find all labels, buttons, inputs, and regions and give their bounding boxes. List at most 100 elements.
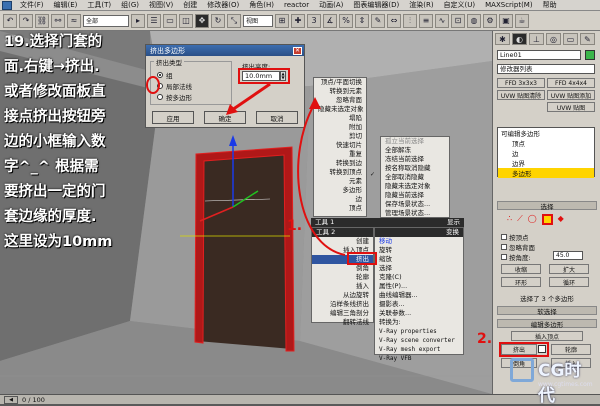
- menu-file[interactable]: 文件(F): [15, 0, 49, 10]
- prev-frame-icon[interactable]: ◀: [4, 395, 18, 404]
- material-editor-icon[interactable]: ◍: [467, 13, 481, 28]
- schematic-view-icon[interactable]: ⊡: [451, 13, 465, 28]
- close-icon[interactable]: ✕: [293, 46, 302, 55]
- menu-item[interactable]: 属性(P)...: [375, 282, 463, 291]
- selection-rollout[interactable]: 选择: [497, 201, 597, 211]
- menu-item[interactable]: 插入: [312, 282, 373, 291]
- menu-item[interactable]: 隐藏未选定对象: [381, 182, 449, 191]
- menu-item[interactable]: 隐藏当前选择: [381, 191, 449, 200]
- pivot-icon[interactable]: ⊞: [275, 13, 289, 28]
- menu-create[interactable]: 创建: [178, 0, 202, 10]
- uvw-add-button[interactable]: UVW 贴图添加: [547, 90, 595, 100]
- uvw-clear-button[interactable]: UVW 贴图清除: [497, 90, 545, 100]
- vertex-icon[interactable]: ∴: [507, 214, 512, 225]
- apply-button[interactable]: 应用: [152, 111, 194, 124]
- insert-vertex-button[interactable]: 插入顶点: [511, 331, 583, 341]
- menu-item[interactable]: 选择: [375, 264, 463, 273]
- motion-tab-icon[interactable]: ◎: [546, 33, 561, 45]
- loop-button[interactable]: 循环: [549, 277, 589, 287]
- create-tab-icon[interactable]: ✱: [495, 33, 510, 45]
- menu-item[interactable]: 全部解冻: [381, 146, 449, 155]
- stack-item[interactable]: 顶点: [498, 138, 594, 148]
- rotate-icon[interactable]: ↻: [211, 13, 225, 28]
- menu-item[interactable]: 翻转法线: [312, 318, 373, 327]
- display-tab-icon[interactable]: ▭: [563, 33, 578, 45]
- menu-views[interactable]: 视图(V): [144, 0, 178, 10]
- snap-icon[interactable]: 3: [307, 13, 321, 28]
- edge-icon[interactable]: ⟋: [517, 214, 523, 225]
- percent-snap-icon[interactable]: %: [339, 13, 353, 28]
- render-setup-icon[interactable]: ⚙: [483, 13, 497, 28]
- modifier-list-dropdown[interactable]: 修改器列表: [497, 64, 595, 74]
- menu-item[interactable]: 关联参数...: [375, 309, 463, 318]
- menu-item[interactable]: 按名称取消隐藏: [381, 164, 449, 173]
- app-icon[interactable]: [2, 0, 12, 10]
- select-by-name-icon[interactable]: ☰: [147, 13, 161, 28]
- angle-input[interactable]: 45.0: [553, 251, 583, 260]
- stack-item-selected[interactable]: 多边形: [498, 168, 594, 178]
- link-icon[interactable]: ⛓: [35, 13, 49, 28]
- menu-customize[interactable]: 自定义(U): [439, 0, 481, 10]
- menu-item[interactable]: 旋转: [375, 246, 463, 255]
- stack-item[interactable]: 边界: [498, 158, 594, 168]
- menu-item-move[interactable]: 移动: [375, 237, 463, 246]
- frame-counter[interactable]: 0 / 100: [22, 396, 45, 404]
- ffd333-button[interactable]: FFD 3x3x3: [497, 78, 545, 88]
- grow-button[interactable]: 扩大: [549, 264, 589, 274]
- align-icon[interactable]: ⫶: [403, 13, 417, 28]
- uvw-map-button[interactable]: UVW 贴图: [547, 102, 595, 112]
- menu-item[interactable]: V-Ray VFB: [375, 354, 463, 363]
- menu-tools[interactable]: 工具(T): [82, 0, 116, 10]
- menu-item[interactable]: 缩放: [375, 255, 463, 264]
- shrink-button[interactable]: 收缩: [501, 264, 541, 274]
- by-angle-checkbox[interactable]: 按角度:: [501, 252, 531, 262]
- mirror-icon[interactable]: ⇔: [387, 13, 401, 28]
- bind-icon[interactable]: ≈: [67, 13, 81, 28]
- edit-polygons-rollout[interactable]: 编辑多边形: [497, 319, 597, 329]
- object-name-field[interactable]: Line01: [497, 50, 581, 60]
- menu-reactor[interactable]: reactor: [279, 1, 314, 9]
- unlink-icon[interactable]: ⚯: [51, 13, 65, 28]
- element-icon[interactable]: ◆: [558, 214, 564, 225]
- utilities-tab-icon[interactable]: ✎: [580, 33, 595, 45]
- menu-animation[interactable]: 动画(A): [314, 0, 348, 10]
- menu-graph-editors[interactable]: 图表编辑器(D): [348, 0, 404, 10]
- menu-maxscript[interactable]: MAXScript(M): [480, 1, 537, 9]
- rect-select-icon[interactable]: ▭: [163, 13, 177, 28]
- selection-filter-dropdown[interactable]: 全部: [83, 14, 129, 27]
- polygon-icon[interactable]: [541, 214, 553, 225]
- named-selection-icon[interactable]: ✎: [371, 13, 385, 28]
- menu-item[interactable]: 编辑三角剖分: [312, 309, 373, 318]
- menu-modifiers[interactable]: 修改器(O): [202, 0, 244, 10]
- menu-item[interactable]: 倒角: [312, 264, 373, 273]
- stack-item[interactable]: 边: [498, 148, 594, 158]
- menu-edit[interactable]: 编辑(E): [49, 0, 83, 10]
- menu-item[interactable]: 顶点/平面切换: [314, 78, 366, 87]
- menu-item[interactable]: 孤立当前选择: [381, 137, 449, 146]
- scale-icon[interactable]: ⤡: [227, 13, 241, 28]
- spinner-snap-icon[interactable]: ⇕: [355, 13, 369, 28]
- angle-snap-icon[interactable]: ∡: [323, 13, 337, 28]
- by-vertex-checkbox[interactable]: 按顶点: [501, 232, 529, 242]
- menu-item[interactable]: 冻结当前选择: [381, 155, 449, 164]
- option-group[interactable]: 组: [157, 70, 173, 80]
- menu-item[interactable]: 管理场景状态...: [381, 209, 449, 218]
- border-icon[interactable]: ◯: [528, 214, 537, 225]
- redo-icon[interactable]: ↷: [19, 13, 33, 28]
- menu-item[interactable]: 克隆(C): [375, 273, 463, 282]
- menu-item[interactable]: V-Ray mesh export: [375, 345, 463, 354]
- stack-title[interactable]: 可编辑多边形: [498, 128, 594, 138]
- menu-help[interactable]: 帮助: [538, 0, 562, 10]
- select-icon[interactable]: ▸: [131, 13, 145, 28]
- menu-item[interactable]: 曲线编辑器...: [375, 291, 463, 300]
- menu-item[interactable]: 轮廓: [312, 273, 373, 282]
- option-by-polygon[interactable]: 按多边形: [157, 92, 192, 102]
- dialog-titlebar[interactable]: 挤出多边形 ✕: [146, 45, 304, 56]
- menu-item[interactable]: 保存场景状态...: [381, 200, 449, 209]
- menu-item[interactable]: 从边旋转: [312, 291, 373, 300]
- window-crossing-icon[interactable]: ◫: [179, 13, 193, 28]
- ring-button[interactable]: 环形: [501, 277, 541, 287]
- menu-item[interactable]: 全部取消隐藏: [381, 173, 449, 182]
- ffd444-button[interactable]: FFD 4x4x4: [547, 78, 595, 88]
- menu-item[interactable]: 摄影表...: [375, 300, 463, 309]
